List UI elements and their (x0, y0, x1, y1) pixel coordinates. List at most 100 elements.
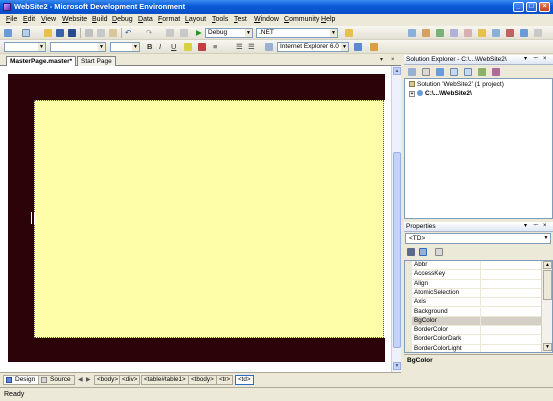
close-pane-icon[interactable]: × (543, 55, 547, 64)
paste-icon[interactable] (109, 29, 117, 37)
font-size-select[interactable]: ▼ (110, 42, 140, 52)
class-view-icon[interactable] (478, 29, 486, 37)
check-accessibility-icon[interactable] (370, 43, 378, 51)
toolbox-icon[interactable] (450, 29, 458, 37)
property-row[interactable]: AccessKey (412, 270, 545, 280)
tools-icon[interactable] (506, 29, 514, 37)
navigate-backward-icon[interactable] (166, 29, 174, 37)
solution-configuration-select[interactable]: Debug ▼ (205, 28, 253, 38)
solution-platform-select[interactable]: .NET ▼ (256, 28, 338, 38)
find-in-files-icon[interactable] (345, 29, 353, 37)
pin-icon[interactable]: ᅮ (533, 55, 539, 64)
solution-node[interactable]: Solution 'WebSite2' (1 project) (409, 81, 504, 88)
source-view-button[interactable]: Source (38, 375, 75, 385)
server-explorer-icon[interactable] (492, 29, 500, 37)
breadcrumb-table[interactable]: <table#table1> (141, 375, 189, 385)
chevron-down-icon[interactable]: ▼ (542, 234, 550, 243)
start-debugging-icon[interactable]: ▶ (196, 28, 202, 38)
numbered-list-icon[interactable]: ☰ (236, 42, 243, 52)
chevron-down-icon[interactable]: ▼ (245, 29, 252, 37)
breadcrumb-tbody[interactable]: <tbody> (188, 375, 217, 385)
navigate-forward-icon[interactable] (180, 29, 188, 37)
save-icon[interactable] (56, 29, 64, 37)
scroll-up-icon[interactable]: ▲ (393, 67, 401, 75)
menu-window[interactable]: Window (254, 16, 279, 23)
copy-icon[interactable] (97, 29, 105, 37)
bold-icon[interactable]: B (147, 42, 152, 52)
resize-handle[interactable] (31, 212, 35, 224)
breadcrumb-body[interactable]: <body> (94, 375, 122, 385)
breadcrumb-right-icon[interactable]: ▶ (86, 376, 91, 383)
close-pane-icon[interactable]: × (543, 222, 547, 231)
property-row[interactable]: Background (412, 307, 545, 317)
chevron-down-icon[interactable]: ▼ (330, 29, 337, 37)
block-format-select[interactable]: ▼ (4, 42, 46, 52)
menu-edit[interactable]: Edit (23, 16, 35, 23)
property-row[interactable]: BorderColor (412, 326, 545, 336)
menu-build[interactable]: Build (92, 16, 108, 23)
scroll-down-icon[interactable]: ▼ (393, 362, 401, 370)
redo-icon[interactable]: ↷ (146, 28, 152, 38)
property-row-selected[interactable]: BgColor (412, 316, 545, 327)
menu-tools[interactable]: Tools (212, 16, 228, 23)
bulleted-list-icon[interactable]: ☰ (248, 42, 255, 52)
breadcrumb-tr[interactable]: <tr> (216, 375, 234, 385)
chevron-down-icon[interactable]: ▼ (38, 43, 45, 51)
open-folder-icon[interactable] (44, 29, 52, 37)
start-page-icon[interactable] (464, 29, 472, 37)
menu-data[interactable]: Data (138, 16, 153, 23)
underline-icon[interactable]: U (171, 42, 176, 52)
menu-test[interactable]: Test (234, 16, 247, 23)
properties-scrollbar[interactable]: ▲ ▼ (541, 261, 552, 352)
close-document-icon[interactable]: × (391, 56, 395, 65)
validation-icon[interactable] (354, 43, 362, 51)
menu-file[interactable]: File (6, 16, 17, 23)
cut-icon[interactable] (85, 29, 93, 37)
hyperlink-icon[interactable] (265, 43, 273, 51)
breadcrumb-left-icon[interactable]: ◀ (78, 376, 83, 383)
scroll-thumb[interactable] (393, 152, 401, 348)
font-color-icon[interactable] (198, 43, 206, 51)
nest-related-files-icon[interactable] (478, 68, 486, 76)
designer-vertical-scrollbar[interactable]: ▲ ▼ (391, 66, 401, 372)
scroll-down-icon[interactable]: ▼ (543, 343, 552, 351)
scroll-thumb[interactable] (543, 270, 552, 300)
footer-band[interactable] (8, 338, 385, 362)
property-row[interactable]: Align (412, 279, 545, 289)
view-code-icon[interactable] (450, 68, 458, 76)
menu-debug[interactable]: Debug (112, 16, 133, 23)
highlight-icon[interactable] (184, 43, 192, 51)
menu-help[interactable]: Help (321, 16, 335, 23)
properties-icon[interactable] (408, 68, 416, 76)
design-view-button[interactable]: Design (3, 375, 40, 385)
tab-start-page[interactable]: Start Page (77, 56, 116, 66)
solution-explorer-icon[interactable] (408, 29, 416, 37)
copy-website-icon[interactable] (492, 68, 500, 76)
project-node[interactable]: + C:\...\WebSite2\ (409, 90, 472, 97)
font-name-select[interactable]: ▼ (50, 42, 106, 52)
scroll-up-icon[interactable]: ▲ (543, 261, 552, 269)
command-window-icon[interactable] (520, 29, 528, 37)
add-item-icon[interactable] (22, 29, 30, 37)
align-icon[interactable]: ≡ (213, 42, 217, 52)
show-all-files-icon[interactable] (422, 68, 430, 76)
property-pages-icon[interactable] (435, 248, 443, 256)
toolbar-options-icon[interactable] (534, 29, 542, 37)
tab-dropdown-icon[interactable]: ▾ (380, 56, 383, 65)
pane-dropdown-icon[interactable]: ▾ (524, 222, 527, 231)
menu-view[interactable]: View (41, 16, 56, 23)
undo-icon[interactable]: ↶ (125, 28, 131, 38)
menu-website[interactable]: Website (62, 16, 87, 23)
menu-format[interactable]: Format (158, 16, 180, 23)
chevron-down-icon[interactable]: ▼ (341, 43, 348, 51)
refresh-icon[interactable] (436, 68, 444, 76)
object-browser-icon[interactable] (436, 29, 444, 37)
chevron-down-icon[interactable]: ▼ (98, 43, 105, 51)
menu-community[interactable]: Community (284, 16, 319, 23)
tab-masterpage[interactable]: MasterPage.master* (6, 56, 77, 66)
chevron-down-icon[interactable]: ▼ (132, 43, 139, 51)
object-selector[interactable]: <TD> ▼ (405, 233, 551, 244)
content-cell[interactable] (34, 100, 384, 338)
property-row[interactable]: Abbr (412, 261, 545, 271)
property-row[interactable]: AtomicSelection (412, 288, 545, 299)
